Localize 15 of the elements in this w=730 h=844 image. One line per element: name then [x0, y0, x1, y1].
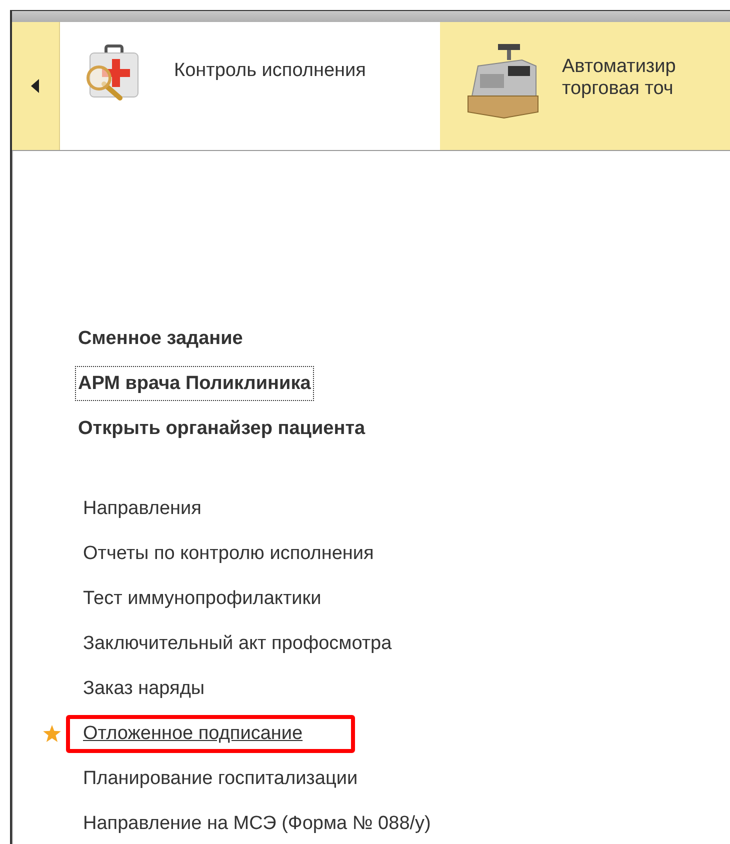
menu-link[interactable]: Отложенное подписание: [83, 722, 303, 744]
tab-label: Автоматизир торговая точ: [562, 56, 676, 100]
menu-link[interactable]: Направление на МСЭ (Форма № 088/у): [83, 812, 431, 834]
menu-link[interactable]: Направления: [83, 498, 202, 518]
command-link[interactable]: Открыть органайзер пациента: [75, 411, 368, 446]
command-link[interactable]: Сменное задание: [75, 321, 246, 356]
section-tab[interactable]: Контроль исполнения: [60, 22, 440, 150]
menu-link[interactable]: Заключительный акт профосмотра: [83, 632, 392, 654]
tab-label: Контроль исполнения: [174, 60, 366, 82]
menu-link[interactable]: Отчеты по контролю исполнения: [83, 542, 374, 564]
menu-link[interactable]: Планирование госпитализации: [83, 768, 358, 788]
command-link[interactable]: АРМ врача Поликлиника: [75, 366, 314, 401]
left-arrow-icon: [31, 79, 40, 93]
menu-link[interactable]: Тест иммунопрофилактики: [83, 588, 322, 608]
menu-link[interactable]: Заказ наряды: [83, 678, 205, 698]
